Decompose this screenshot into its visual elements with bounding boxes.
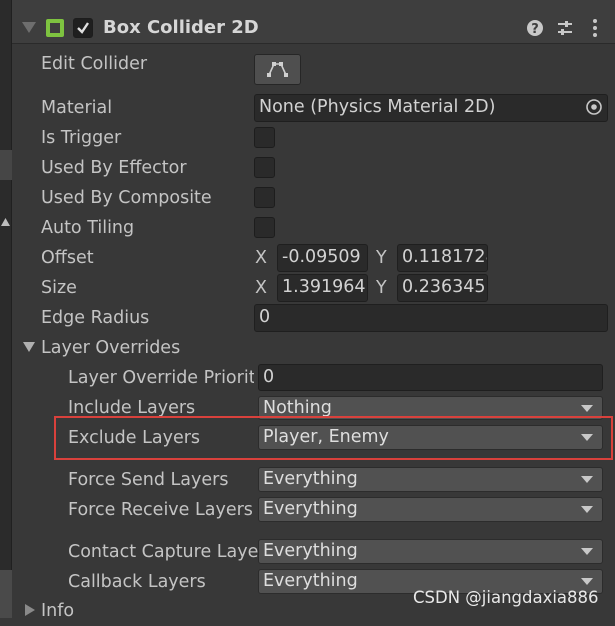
offset-x-value: -0.09509 xyxy=(282,247,361,267)
left-panel-edge xyxy=(0,0,12,618)
layer-override-priority-label: Layer Override Priorit xyxy=(68,368,254,388)
exclude-layers-dropdown[interactable]: Player, Enemy xyxy=(258,425,603,450)
size-y-field[interactable]: 0.236345 xyxy=(397,274,488,302)
box-collider-icon xyxy=(46,19,64,37)
info-foldout-icon[interactable] xyxy=(25,604,35,616)
triangle-down-icon[interactable] xyxy=(22,22,36,34)
offset-x-field[interactable]: -0.09509 xyxy=(277,244,368,272)
size-y-value: 0.236345 xyxy=(402,277,486,297)
layer-override-priority-field[interactable]: 0 xyxy=(258,364,603,391)
edit-collider-button[interactable] xyxy=(254,54,301,85)
offset-y-field[interactable]: 0.1181728 xyxy=(397,244,488,272)
is-trigger-label: Is Trigger xyxy=(41,128,122,148)
callback-layers-label: Callback Layers xyxy=(68,572,206,592)
material-value: None (Physics Material 2D) xyxy=(259,97,496,117)
help-icon[interactable]: ? xyxy=(526,19,544,37)
force-receive-layers-value: Everything xyxy=(263,499,358,519)
force-send-layers-dropdown[interactable]: Everything xyxy=(258,467,603,492)
size-x-field[interactable]: 1.391964 xyxy=(277,274,368,302)
chevron-down-icon xyxy=(581,476,593,483)
presets-icon[interactable] xyxy=(556,19,574,37)
edge-radius-value: 0 xyxy=(259,307,271,327)
layer-overrides-foldout-icon[interactable] xyxy=(23,342,35,353)
used-by-composite-checkbox[interactable] xyxy=(254,187,275,208)
force-send-layers-value: Everything xyxy=(263,469,358,489)
callback-layers-value: Everything xyxy=(263,571,358,591)
watermark: CSDN @jiangdaxia886 xyxy=(413,588,599,607)
contact-capture-layers-value: Everything xyxy=(263,541,358,561)
auto-tiling-label: Auto Tiling xyxy=(41,218,135,238)
offset-label: Offset xyxy=(41,248,94,268)
component-title: Box Collider 2D xyxy=(103,17,259,38)
force-send-layers-label: Force Send Layers xyxy=(68,470,229,490)
material-label: Material xyxy=(41,98,113,118)
component-enabled-checkbox[interactable] xyxy=(73,18,93,38)
used-by-effector-checkbox[interactable] xyxy=(254,157,275,178)
kebab-menu-icon[interactable] xyxy=(591,18,599,38)
force-receive-layers-label: Force Receive Layers xyxy=(68,500,253,520)
edit-collider-label: Edit Collider xyxy=(41,54,148,74)
include-layers-value: Nothing xyxy=(263,398,332,418)
object-picker-icon[interactable] xyxy=(584,97,604,117)
layer-override-priority-value: 0 xyxy=(263,367,275,387)
svg-text:?: ? xyxy=(531,22,539,37)
exclude-layers-label: Exclude Layers xyxy=(68,428,201,448)
used-by-effector-label: Used By Effector xyxy=(41,158,187,178)
contact-capture-layers-dropdown[interactable]: Everything xyxy=(258,539,603,564)
checkmark-icon xyxy=(77,22,89,34)
edge-radius-label: Edge Radius xyxy=(41,308,150,328)
force-receive-layers-dropdown[interactable]: Everything xyxy=(258,497,603,522)
is-trigger-checkbox[interactable] xyxy=(254,127,275,148)
size-label: Size xyxy=(41,278,77,298)
chevron-down-icon xyxy=(581,548,593,555)
size-x-axis-label[interactable]: X xyxy=(255,273,267,303)
used-by-composite-label: Used By Composite xyxy=(41,188,212,208)
material-field[interactable]: None (Physics Material 2D) xyxy=(254,94,608,122)
left-panel-selection xyxy=(0,150,12,180)
info-label[interactable]: Info xyxy=(41,596,74,626)
offset-y-value: 0.1181728 xyxy=(402,247,488,267)
exclude-layers-value: Player, Enemy xyxy=(263,427,389,447)
offset-x-axis-label[interactable]: X xyxy=(255,243,267,273)
left-panel-arrow-icon xyxy=(1,218,10,226)
chevron-down-icon xyxy=(581,434,593,441)
chevron-down-icon xyxy=(581,405,593,412)
offset-y-axis-label[interactable]: Y xyxy=(376,243,387,273)
edge-radius-field[interactable]: 0 xyxy=(254,304,608,332)
size-x-value: 1.391964 xyxy=(282,277,366,297)
layer-overrides-label[interactable]: Layer Overrides xyxy=(41,333,180,363)
size-y-axis-label[interactable]: Y xyxy=(376,273,387,303)
left-panel-scroll[interactable] xyxy=(0,570,12,618)
edit-polygon-icon xyxy=(267,62,288,77)
chevron-down-icon xyxy=(581,578,593,585)
contact-capture-layers-label: Contact Capture Laye xyxy=(68,542,258,562)
auto-tiling-checkbox[interactable] xyxy=(254,217,275,238)
chevron-down-icon xyxy=(581,506,593,513)
